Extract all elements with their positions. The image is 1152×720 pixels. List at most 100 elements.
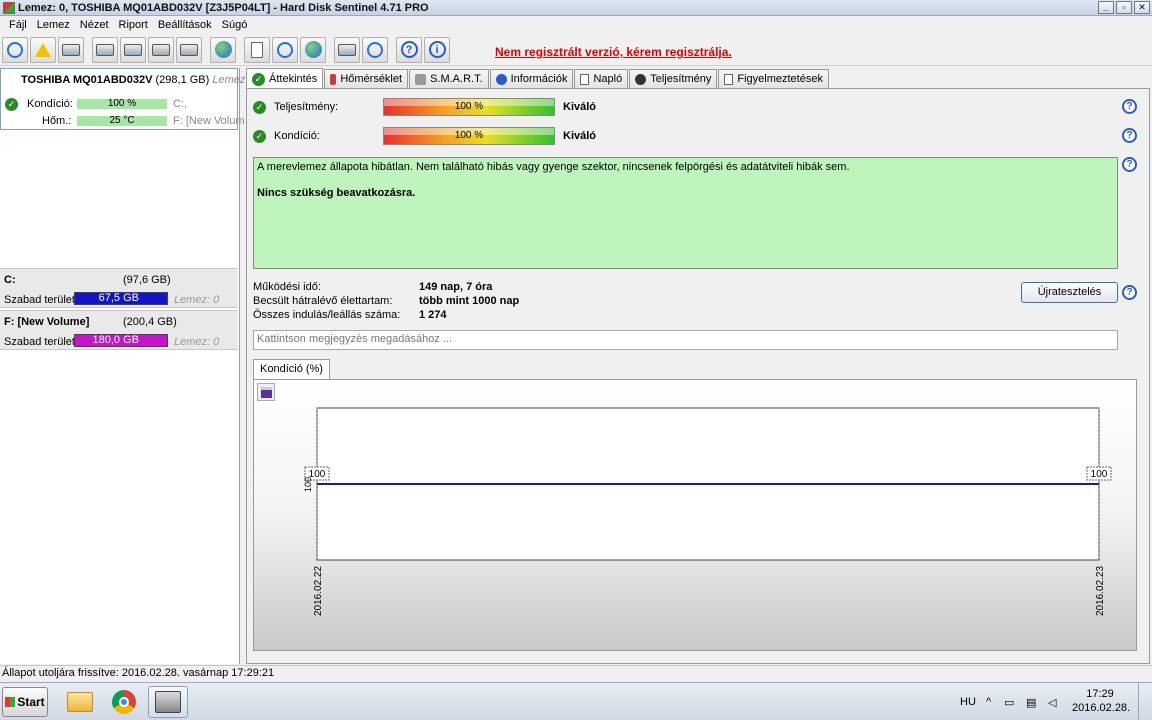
menu-file[interactable]: Fájl bbox=[4, 19, 32, 31]
windows-icon bbox=[5, 697, 16, 707]
test2-icon[interactable] bbox=[120, 36, 146, 63]
report-icon[interactable] bbox=[244, 36, 270, 63]
tab-smart[interactable]: S.M.A.R.T. bbox=[409, 69, 489, 88]
register-link[interactable]: Nem regisztrált verzió, kérem regisztrál… bbox=[495, 45, 732, 59]
check-icon: ✓ bbox=[253, 129, 266, 143]
globe-icon[interactable] bbox=[210, 36, 236, 63]
disk-extra-label: Lemez bbox=[212, 74, 246, 86]
tab-overview[interactable]: ✓ Áttekintés bbox=[246, 68, 324, 89]
disk-icon[interactable] bbox=[58, 36, 84, 63]
tab-bar: ✓ Áttekintés Hőmérséklet S.M.A.R.T. Info… bbox=[246, 68, 830, 89]
show-desktop-button[interactable] bbox=[1138, 683, 1152, 720]
refresh-icon[interactable] bbox=[2, 36, 28, 63]
thermometer-icon bbox=[330, 73, 337, 85]
disk-temp-value: 25 °C bbox=[77, 116, 167, 126]
retest-button[interactable]: Újratesztelés bbox=[1021, 282, 1118, 303]
volume-free-label: Szabad terület bbox=[4, 294, 75, 306]
volume-item-c[interactable]: C: (97,6 GB) Szabad terület 67,5 GB Leme… bbox=[0, 268, 238, 308]
help-icon[interactable]: ? bbox=[1122, 128, 1137, 143]
menu-settings[interactable]: Beállítások bbox=[153, 19, 217, 31]
disk-health-row: ✓ Kondíció: 100 % C:, bbox=[1, 97, 187, 111]
volume-size: (200,4 GB) bbox=[123, 316, 177, 328]
volume-icon[interactable]: ◁ bbox=[1048, 683, 1056, 720]
send-icon[interactable] bbox=[300, 36, 326, 63]
health-row: ✓ bbox=[253, 127, 266, 145]
start-button[interactable]: Start bbox=[2, 687, 48, 717]
x-tick-label: 2016.02.22 bbox=[313, 566, 324, 616]
title-bar: Lemez: 0, TOSHIBA MQ01ABD032V [Z3J5P04LT… bbox=[0, 0, 1152, 16]
minimize-button[interactable]: _ bbox=[1098, 1, 1114, 14]
alerts-icon bbox=[724, 73, 734, 85]
smart-icon bbox=[415, 73, 427, 85]
tab-label: Napló bbox=[593, 73, 623, 85]
test4-icon[interactable] bbox=[176, 36, 202, 63]
hard-disk-sentinel-icon bbox=[155, 691, 181, 713]
test-icon[interactable] bbox=[92, 36, 118, 63]
status-line: A merevlemez állapota hibátlan. Nem talá… bbox=[257, 161, 850, 173]
explorer-taskbar-button[interactable] bbox=[60, 686, 100, 718]
volume-free-bar: 67,5 GB bbox=[74, 292, 168, 305]
menu-help[interactable]: Súgó bbox=[217, 19, 253, 31]
clock[interactable]: 17:29 2016.02.28. bbox=[1072, 687, 1131, 715]
tab-temperature[interactable]: Hőmérséklet bbox=[324, 69, 409, 88]
menu-bar: Fájl Lemez Nézet Riport Beállítások Súgó bbox=[0, 16, 1152, 34]
help-icon[interactable]: ? bbox=[1122, 285, 1137, 300]
chrome-taskbar-button[interactable] bbox=[104, 686, 144, 718]
stat-label: Működési idő: bbox=[253, 281, 321, 293]
menu-report[interactable]: Riport bbox=[114, 19, 153, 31]
help-icon[interactable]: ? bbox=[1122, 157, 1137, 172]
speaker-icon[interactable] bbox=[362, 36, 388, 63]
clock-time: 17:29 bbox=[1086, 688, 1114, 700]
disk-health-drive: C:, bbox=[173, 98, 188, 110]
window-title: Lemez: 0, TOSHIBA MQ01ABD032V [Z3J5P04LT… bbox=[18, 1, 429, 14]
tab-log[interactable]: Napló bbox=[574, 69, 629, 88]
start-label: Start bbox=[17, 695, 45, 709]
language-indicator[interactable]: HU bbox=[960, 683, 976, 720]
status-description: A merevlemez állapota hibátlan. Nem talá… bbox=[253, 157, 1118, 269]
tab-health-chart[interactable]: Kondíció (%) bbox=[253, 359, 330, 379]
tray-expand-icon[interactable]: ^ bbox=[986, 683, 991, 720]
tab-performance[interactable]: Teljesítmény bbox=[629, 69, 718, 88]
health-chart-area: 2016.02.22 2016.02.23 100 100 100 bbox=[253, 379, 1137, 651]
stat-label: Összes indulás/leállás száma: bbox=[253, 309, 401, 321]
menu-view[interactable]: Nézet bbox=[75, 19, 114, 31]
chart-icon[interactable] bbox=[334, 36, 360, 63]
tray-disk-icon[interactable]: ▭ bbox=[1004, 683, 1014, 720]
save-icon[interactable] bbox=[257, 383, 275, 401]
hds-taskbar-button[interactable] bbox=[148, 686, 188, 718]
tab-information[interactable]: Információk bbox=[489, 69, 574, 88]
gauge-icon bbox=[635, 73, 647, 85]
tab-label: Hőmérséklet bbox=[340, 73, 403, 85]
network-icon[interactable]: ▤ bbox=[1026, 683, 1036, 720]
close-button[interactable]: ✕ bbox=[1134, 1, 1150, 14]
app-icon bbox=[3, 1, 15, 14]
warning-icon[interactable] bbox=[30, 36, 56, 63]
note-input[interactable]: Kattintson megjegyzés megadásához ... bbox=[253, 330, 1118, 350]
volume-item-f[interactable]: F: [New Volume] (200,4 GB) Szabad terüle… bbox=[0, 310, 238, 350]
volume-name: C: bbox=[4, 274, 16, 286]
info-icon[interactable]: i bbox=[424, 36, 450, 63]
volume-free-label: Szabad terület bbox=[4, 336, 75, 348]
disk-item-selected[interactable]: TOSHIBA MQ01ABD032V (298,1 GB) Lemez ✓ K… bbox=[0, 68, 245, 130]
test3-icon[interactable] bbox=[148, 36, 174, 63]
tab-alerts[interactable]: Figyelmeztetések bbox=[718, 69, 829, 88]
help-icon[interactable]: ? bbox=[396, 36, 422, 63]
health-label: Kondíció: bbox=[274, 130, 320, 142]
disk-size: (298,1 GB) bbox=[155, 74, 210, 86]
clock-date: 2016.02.28. bbox=[1072, 702, 1131, 714]
performance-value: 100 % bbox=[454, 101, 484, 112]
menu-disk[interactable]: Lemez bbox=[32, 19, 75, 31]
health-value: 100 % bbox=[454, 130, 484, 141]
volume-disk-label: Lemez: 0 bbox=[174, 294, 220, 306]
disk-health-label: Kondíció: bbox=[27, 98, 73, 110]
performance-rating: Kiváló bbox=[563, 101, 597, 113]
check-icon: ✓ bbox=[252, 72, 265, 86]
health-bar: 100 % bbox=[383, 127, 555, 145]
folder-icon bbox=[67, 692, 93, 712]
restore-button[interactable]: ▫ bbox=[1116, 1, 1132, 14]
help-icon[interactable]: ? bbox=[1122, 99, 1137, 114]
tab-label: Információk bbox=[510, 73, 568, 85]
sync-icon[interactable] bbox=[272, 36, 298, 63]
stat-value: 1 274 bbox=[419, 309, 447, 321]
check-icon: ✓ bbox=[5, 97, 18, 111]
